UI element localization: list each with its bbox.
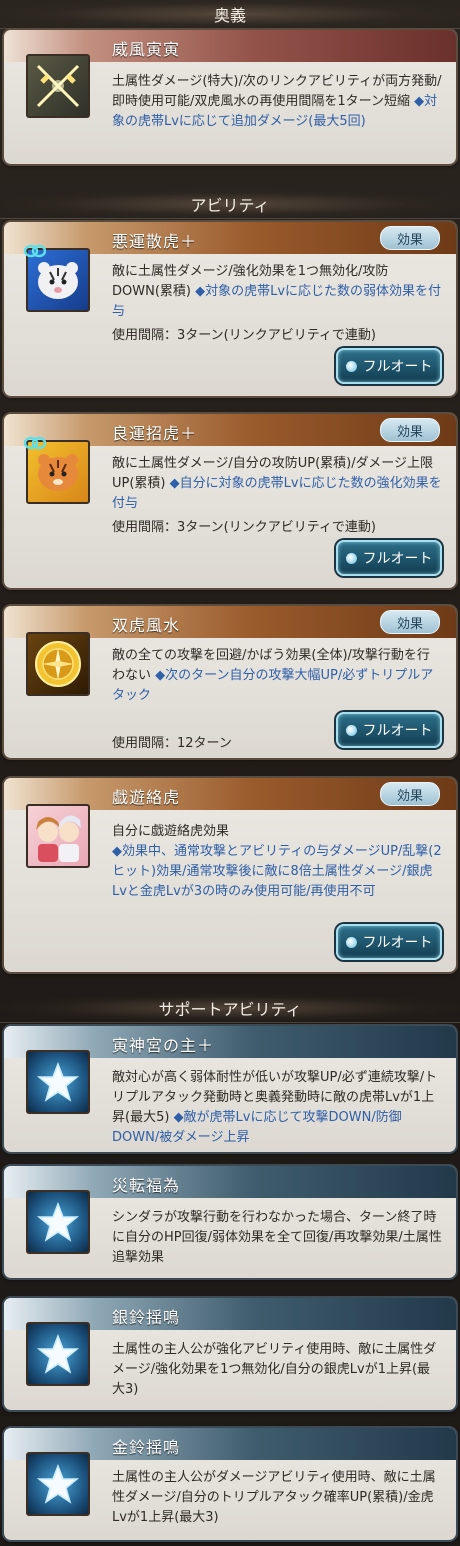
support-4-description: 土属性の主人公がダメージアビリティ使用時、敵に土属性ダメージ/自分のトリプルアタ… [112,1468,442,1528]
ability-1-effect-label: 効果 [396,232,423,248]
ability-card-3[interactable]: 双虎風水 効果 敵の全ての攻撃を回避/かばう効果(全体)/攻撃行動を行わない ◆… [4,606,456,758]
ability-card-2[interactable]: 良運招虎＋ 効果 敵に土属性ダメージ/自分の攻防UP(累積)/ダメージ上限UP(… [4,414,456,588]
ability-4-effect-label: 効果 [396,788,423,804]
ability-3-effect-badge[interactable]: 効果 [380,610,440,634]
support-3-desc-text: 土属性の主人公が強化アビリティ使用時、敵に土属性ダメージ/強化効果を1つ無効化/… [112,1342,437,1397]
section-header-support: サポートアビリティ [0,994,460,1023]
ability-3-extra-text: ◆次のターン自分の攻撃大幅UP/必ずトリプルアタック [112,668,434,703]
ougi-title: 威風寅寅 [112,40,181,59]
link-chain-icon [24,436,46,450]
support-1-description: 敵対心が高く弱体耐性が低いが攻撃UP/必ず連続攻撃/トリプルアタック発動時と奥義… [112,1068,442,1148]
section-title-support: サポートアビリティ [158,1000,302,1019]
ability-4-full-auto-label: フルオート [362,935,433,951]
support-2-desc-text: シンダラが攻撃行動を行わなかった場合、ターン終了時に自分のHP回復/弱体効果を全… [112,1210,442,1265]
ability-4-title: 戯遊絡虎 [112,788,181,807]
ability-2-effect-label: 効果 [396,424,423,440]
ability-4-description: 自分に戯遊絡虎効果 ◆効果中、通常攻撃とアビリティの与ダメージUP/乱撃(2ヒッ… [112,822,442,902]
golden-compass-icon [26,632,90,696]
support-card-1[interactable]: 寅神宮の主＋ 敵対心が高く弱体耐性が低いが攻撃UP/必ず連続攻撃/トリプルアタッ… [4,1026,456,1152]
link-chain-icon [24,244,46,258]
star-icon [26,1190,90,1254]
ability-3-title: 双虎風水 [112,616,181,635]
support-1-title: 寅神宮の主＋ [112,1036,215,1055]
toggle-dot-icon [345,724,357,736]
ability-1-interval: 使用間隔：3ターン(リンクアビリティで連動) [112,328,376,343]
support-4-desc-text: 土属性の主人公がダメージアビリティ使用時、敵に土属性ダメージ/自分のトリプルアタ… [112,1470,436,1525]
ability-1-title: 悪運散虎＋ [112,232,198,251]
ability-1-description: 敵に土属性ダメージ/強化効果を1つ無効化/攻防DOWN(累積) ◆対象の虎帯Lv… [112,262,442,322]
ougi-card[interactable]: 威風寅寅 土属性ダメージ(特大)/次のリンクアビリティが両方発動/即時使用可能/… [4,30,456,164]
star-icon [26,1322,90,1386]
section-title-ougi: 奥義 [213,6,246,25]
ougi-desc-text: 土属性ダメージ(特大)/次のリンクアビリティが両方発動/即時使用可能/双虎風水の… [112,74,442,109]
ability-2-interval: 使用間隔：3ターン(リンクアビリティで連動) [112,520,376,535]
crossed-swords-icon [26,54,90,118]
ability-2-title: 良運招虎＋ [112,424,198,443]
support-3-description: 土属性の主人公が強化アビリティ使用時、敵に土属性ダメージ/強化効果を1つ無効化/… [112,1340,442,1400]
toggle-dot-icon [345,552,357,564]
ability-1-full-auto-label: フルオート [362,359,433,375]
section-title-abilities: アビリティ [190,196,270,215]
ability-2-full-auto-button[interactable]: フルオート [336,540,442,576]
ability-card-1[interactable]: 悪運散虎＋ 効果 敵に土属性ダメージ/強化効果を1つ無効化/攻防DOWN(累積)… [4,222,456,396]
ability-4-extra-text: ◆効果中、通常攻撃とアビリティの与ダメージUP/乱撃(2ヒット)効果/通常攻撃後… [112,844,442,899]
ability-1-full-auto-button[interactable]: フルオート [336,348,442,384]
ability-3-interval: 使用間隔：12ターン [112,736,232,751]
ability-1-effect-badge[interactable]: 効果 [380,226,440,250]
toggle-dot-icon [345,936,357,948]
support-card-4[interactable]: 金鈴揺鳴 土属性の主人公がダメージアビリティ使用時、敵に土属性ダメージ/自分のト… [4,1428,456,1540]
support-2-title: 災転福為 [112,1176,181,1195]
character-portrait-icon [26,804,90,868]
ability-4-effect-badge[interactable]: 効果 [380,782,440,806]
support-card-2[interactable]: 災転福為 シンダラが攻撃行動を行わなかった場合、ターン終了時に自分のHP回復/弱… [4,1166,456,1278]
ability-3-description: 敵の全ての攻撃を回避/かばう効果(全体)/攻撃行動を行わない ◆次のターン自分の… [112,646,442,706]
star-icon [26,1050,90,1114]
support-2-description: シンダラが攻撃行動を行わなかった場合、ターン終了時に自分のHP回復/弱体効果を全… [112,1208,442,1268]
section-header-abilities: アビリティ [0,190,460,219]
ability-3-effect-label: 効果 [396,616,423,632]
ability-2-description: 敵に土属性ダメージ/自分の攻防UP(累積)/ダメージ上限UP(累積) ◆自分に対… [112,454,442,514]
ability-3-full-auto-button[interactable]: フルオート [336,712,442,748]
ougi-description: 土属性ダメージ(特大)/次のリンクアビリティが両方発動/即時使用可能/双虎風水の… [112,72,442,132]
support-4-title: 金鈴揺鳴 [112,1438,181,1457]
ability-2-effect-badge[interactable]: 効果 [380,418,440,442]
ability-card-4[interactable]: 戯遊絡虎 効果 自分に戯遊絡虎効果 ◆効果中、通常攻撃とアビリティの与ダメージU… [4,778,456,972]
support-card-3[interactable]: 銀鈴揺鳴 土属性の主人公が強化アビリティ使用時、敵に土属性ダメージ/強化効果を1… [4,1298,456,1410]
section-header-ougi: 奥義 [0,0,460,29]
ability-4-desc-text: 自分に戯遊絡虎効果 [112,824,230,839]
support-3-title: 銀鈴揺鳴 [112,1308,181,1327]
ability-3-full-auto-label: フルオート [362,723,433,739]
toggle-dot-icon [345,360,357,372]
ability-2-full-auto-label: フルオート [362,551,433,567]
star-icon [26,1452,90,1516]
ability-4-full-auto-button[interactable]: フルオート [336,924,442,960]
